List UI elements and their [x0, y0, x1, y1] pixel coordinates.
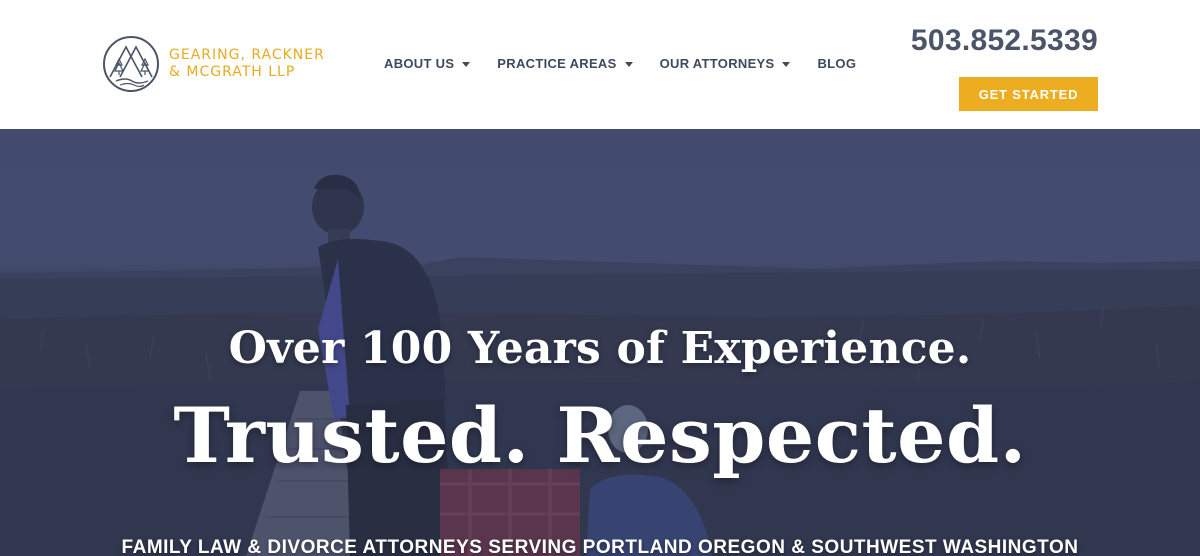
- nav-item-about-us[interactable]: ABOUT US: [384, 56, 471, 71]
- main-nav: ABOUT US PRACTICE AREAS OUR ATTORNEYS BL…: [384, 56, 883, 71]
- caret-down-icon: [462, 61, 471, 67]
- site-header: GEARING, RACKNER & MCGRATH LLP ABOUT US …: [0, 0, 1200, 129]
- nav-item-blog[interactable]: BLOG: [817, 56, 856, 71]
- brand-name-line2: & MCGRATH LLP: [169, 64, 296, 80]
- nav-item-practice-areas[interactable]: PRACTICE AREAS: [497, 56, 633, 71]
- caret-down-icon: [782, 61, 791, 67]
- hero-heading: Trusted. Respected.: [173, 391, 1027, 480]
- brand-name: GEARING, RACKNER & MCGRATH LLP: [169, 47, 325, 81]
- nav-item-label: OUR ATTORNEYS: [659, 56, 775, 71]
- site-logo[interactable]: GEARING, RACKNER & MCGRATH LLP: [102, 35, 325, 93]
- nav-item-label: ABOUT US: [384, 56, 455, 71]
- nav-item-label: PRACTICE AREAS: [497, 56, 617, 71]
- get-started-button[interactable]: GET STARTED: [959, 77, 1098, 111]
- nav-item-our-attorneys[interactable]: OUR ATTORNEYS: [660, 56, 791, 71]
- caret-down-icon: [624, 61, 633, 67]
- nav-item-label: BLOG: [817, 56, 857, 71]
- mountain-trees-river-icon: [103, 36, 159, 92]
- hero-subheading: Over 100 Years of Experience.: [228, 323, 972, 374]
- hero-banner: Over 100 Years of Experience. Trusted. R…: [0, 129, 1200, 556]
- phone-number-link[interactable]: 503.852.5339: [911, 24, 1098, 58]
- brand-name-line1: GEARING, RACKNER: [169, 47, 325, 63]
- hero-tagline: FAMILY LAW & DIVORCE ATTORNEYS SERVING P…: [121, 537, 1079, 556]
